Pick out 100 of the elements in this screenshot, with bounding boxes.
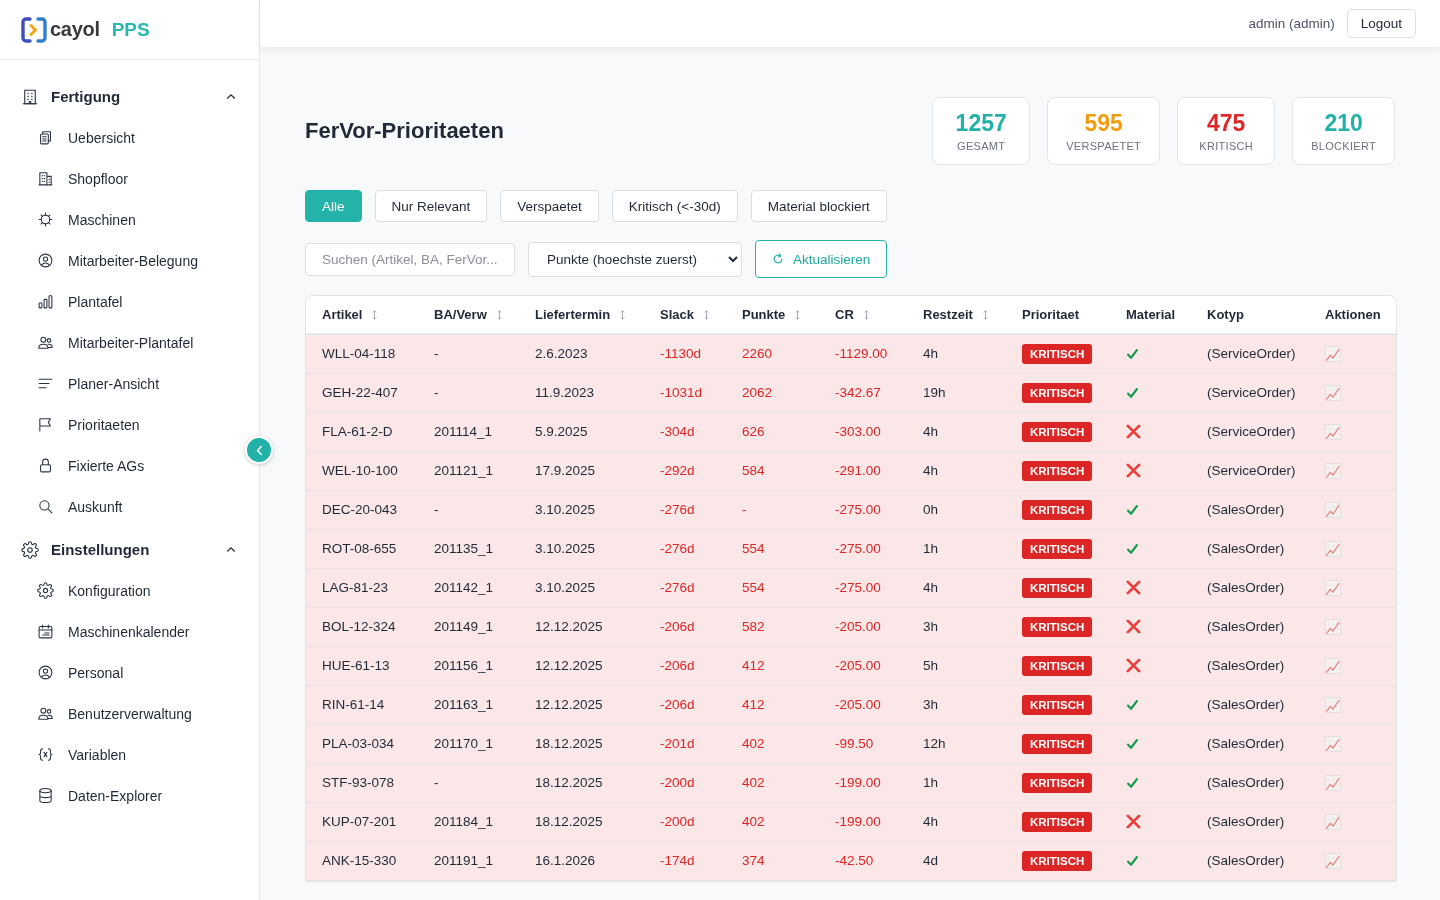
table-cell: 18.12.2025 [519, 763, 644, 802]
sidebar-item[interactable]: Maschinen [0, 199, 144, 240]
table-cell: -276d [644, 529, 726, 568]
chart-icon[interactable] [1325, 696, 1341, 713]
sidebar-item[interactable]: Mitarbeiter-Belegung [0, 240, 206, 281]
chart-icon[interactable] [1325, 579, 1341, 596]
chart-icon[interactable] [1325, 540, 1341, 557]
chevron-left-icon [255, 444, 263, 456]
table-cell: 554 [726, 529, 819, 568]
chart-icon[interactable] [1325, 384, 1341, 401]
sidebar-section[interactable]: Einstellungen [0, 529, 259, 570]
sidebar-item[interactable]: Prioritaeten [0, 404, 148, 445]
table-cell: 412 [726, 646, 819, 685]
table-cell: 554 [726, 568, 819, 607]
filter-button[interactable]: Nur Relevant [374, 190, 488, 222]
table-cell: (SalesOrder) [1191, 685, 1309, 724]
sort-icon[interactable] [704, 309, 709, 320]
sidebar-item[interactable]: Planer-Ansicht [0, 363, 168, 404]
logout-button[interactable]: Logout [1346, 9, 1416, 38]
sidebar-item[interactable]: Maschinenkalender [0, 611, 198, 652]
page-title: FerVor-Prioritaeten [305, 118, 504, 144]
filter-button[interactable]: Kritisch (<-30d) [611, 190, 738, 222]
sort-icon[interactable] [496, 309, 502, 320]
sort-icon[interactable] [795, 309, 801, 320]
priority-badge: KRITISCH [1022, 850, 1093, 871]
sidebar-item[interactable]: Plantafel [0, 281, 131, 322]
sidebar-item[interactable]: Shopfloor [0, 158, 136, 199]
sort-icon[interactable] [863, 309, 869, 320]
table-cell: 2062 [726, 373, 819, 412]
column-header: Artikel [322, 307, 363, 322]
chart-icon[interactable] [1325, 813, 1341, 830]
table-cell: 17.9.2025 [519, 451, 644, 490]
table-cell: -304d [644, 412, 726, 451]
table-cell: -275.00 [819, 529, 907, 568]
chart-icon[interactable] [1325, 735, 1341, 752]
priority-badge: KRITISCH [1022, 655, 1093, 676]
sidebar-item[interactable]: Variablen [0, 734, 135, 775]
table-cell: (SalesOrder) [1191, 529, 1309, 568]
office-building-icon [37, 170, 54, 187]
table-cell: 16.1.2026 [519, 841, 644, 880]
clipboard-icon [37, 129, 54, 146]
table-cell: 12.12.2025 [519, 685, 644, 724]
sidebar-item[interactable]: Konfiguration [0, 570, 159, 611]
table-cell: -275.00 [819, 568, 907, 607]
table-cell: -205.00 [819, 646, 907, 685]
table-cell: 4h [907, 412, 1006, 451]
chart-icon[interactable] [1325, 618, 1341, 635]
table-cell: 402 [726, 724, 819, 763]
table-cell: WEL-10-100 [306, 451, 418, 490]
priority-badge: KRITISCH [1022, 382, 1093, 403]
table-cell: (SalesOrder) [1191, 841, 1309, 880]
sort-icon[interactable] [982, 309, 988, 320]
table-cell: 3h [907, 607, 1006, 646]
sort-icon[interactable] [620, 309, 626, 320]
search-field[interactable]: Suchen (Artikel, BA, FerVor... [305, 242, 515, 276]
chart-icon[interactable] [1325, 501, 1341, 518]
table-cell: 12.12.2025 [519, 607, 644, 646]
sidebar-item[interactable]: Personal [0, 652, 132, 693]
sort-icon[interactable] [372, 309, 378, 320]
priority-badge: KRITISCH [1022, 499, 1093, 520]
chart-icon[interactable] [1325, 774, 1341, 791]
table-cell: (ServiceOrder) [1191, 451, 1309, 490]
sidebar-item[interactable]: Daten-Explorer [0, 775, 171, 816]
chart-icon[interactable] [1325, 657, 1341, 674]
table-cell: - [726, 490, 819, 529]
table-cell: KUP-07-201 [306, 802, 418, 841]
table-cell: 3.10.2025 [519, 490, 644, 529]
table-cell: 5.9.2025 [519, 412, 644, 451]
users-icon [37, 705, 54, 722]
collapse-sidebar-button[interactable] [245, 436, 273, 464]
table-cell: -174d [644, 841, 726, 880]
table-cell: (SalesOrder) [1191, 490, 1309, 529]
sidebar-section[interactable]: Fertigung [0, 76, 259, 117]
filter-button[interactable]: Material blockiert [750, 190, 887, 222]
table-cell: 4h [907, 568, 1006, 607]
table-cell: BOL-12-324 [306, 607, 418, 646]
sidebar-item[interactable]: Mitarbeiter-Plantafel [0, 322, 202, 363]
chart-icon[interactable] [1325, 852, 1341, 869]
chart-icon[interactable] [1325, 345, 1341, 362]
sidebar-item[interactable]: Auskunft [0, 486, 131, 527]
priority-badge: KRITISCH [1022, 811, 1093, 832]
sidebar-item[interactable]: Uebersicht [0, 117, 143, 158]
table-cell: PLA-03-034 [306, 724, 418, 763]
priority-badge: KRITISCH [1022, 616, 1093, 637]
sort-select[interactable]: Punkte (hoechste zuerst) [528, 241, 742, 277]
cog-icon [37, 211, 54, 228]
filter-button[interactable]: Verspaetet [500, 190, 599, 222]
table-cell: 582 [726, 607, 819, 646]
column-header: Slack [660, 307, 694, 322]
table-cell: 11.9.2023 [519, 373, 644, 412]
sidebar-item[interactable]: Fixierte AGs [0, 445, 153, 486]
table-cell: -303.00 [819, 412, 907, 451]
chart-icon[interactable] [1325, 423, 1341, 440]
table-cell: 3.10.2025 [519, 568, 644, 607]
chevron-up-icon [226, 93, 236, 100]
sidebar-item[interactable]: Benutzerverwaltung [0, 693, 200, 734]
table-cell: 18.12.2025 [519, 802, 644, 841]
table-cell: 3.10.2025 [519, 529, 644, 568]
chart-icon[interactable] [1325, 462, 1341, 479]
logo-icon [21, 16, 47, 43]
